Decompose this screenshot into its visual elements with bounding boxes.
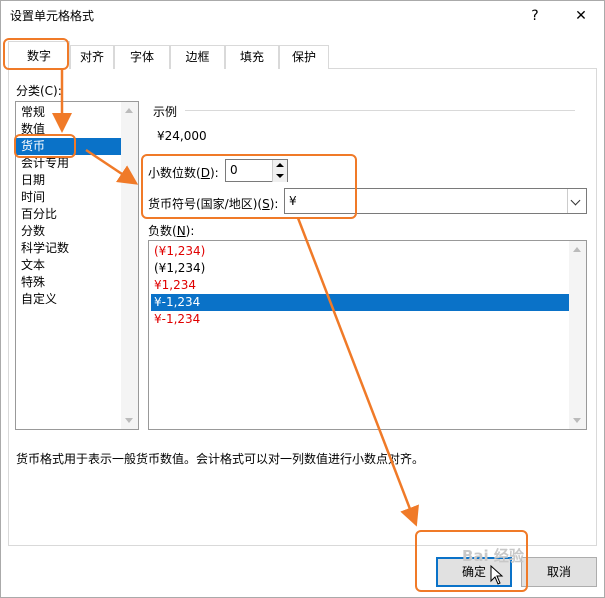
negative-option[interactable]: ¥-1,234 [151,311,569,328]
negative-option[interactable]: ¥1,234 [151,277,569,294]
scroll-up-icon[interactable] [125,108,133,113]
scroll-up-icon[interactable] [573,247,581,252]
category-item[interactable]: 百分比 [16,206,122,223]
category-scrollbar[interactable] [121,102,138,429]
category-item[interactable]: 日期 [16,172,122,189]
category-item[interactable]: 文本 [16,257,122,274]
negative-option[interactable]: (¥1,234) [151,243,569,260]
tab-protection[interactable]: 保护 [279,45,329,69]
negative-option-selected[interactable]: ¥-1,234 [151,294,569,311]
annotation-box-ok [415,530,528,592]
close-button[interactable]: ✕ [566,2,596,30]
dialog-title: 设置单元格格式 [10,9,95,23]
scroll-down-icon[interactable] [125,418,133,423]
negative-scrollbar[interactable] [569,241,586,429]
category-item[interactable]: 自定义 [16,291,122,308]
scroll-down-icon[interactable] [573,418,581,423]
annotation-box-currency [14,134,76,158]
category-item[interactable]: 时间 [16,189,122,206]
sample-value: ¥24,000 [157,129,207,143]
category-label: 分类(C): [16,84,62,98]
negative-numbers-list[interactable]: (¥1,234) (¥1,234) ¥1,234 ¥-1,234 ¥-1,234 [148,240,587,430]
category-item[interactable]: 科学记数 [16,240,122,257]
negative-numbers-label: 负数(N): [148,224,195,238]
tab-alignment[interactable]: 对齐 [70,45,114,69]
chevron-down-icon[interactable] [567,189,586,213]
sample-label: 示例 [153,105,178,119]
category-item[interactable]: 特殊 [16,274,122,291]
negative-option[interactable]: (¥1,234) [151,260,569,277]
category-item[interactable]: 常规 [16,104,122,121]
help-button[interactable]: ? [520,2,550,30]
tab-fill[interactable]: 填充 [225,45,279,69]
format-description: 货币格式用于表示一般货币数值。会计格式可以对一列数值进行小数点对齐。 [16,452,425,466]
tab-border[interactable]: 边框 [170,45,225,69]
category-item[interactable]: 分数 [16,223,122,240]
tab-font[interactable]: 字体 [114,45,170,69]
annotation-box-options [141,154,357,219]
sample-divider [185,110,575,111]
annotation-box-tab [3,38,69,70]
cancel-button[interactable]: 取消 [521,557,597,587]
